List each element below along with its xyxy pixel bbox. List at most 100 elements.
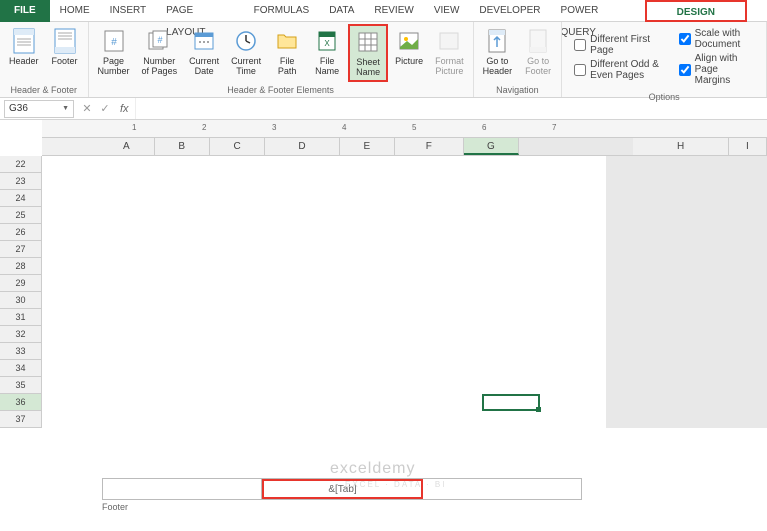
clock-icon (232, 27, 260, 55)
tab-data[interactable]: DATA (319, 0, 364, 22)
cells-area[interactable] (42, 156, 767, 428)
tab-home[interactable]: HOME (50, 0, 100, 22)
go-to-footer-icon (524, 27, 552, 55)
row-header[interactable]: 31 (0, 309, 41, 326)
align-with-margins-checkbox[interactable]: Align with Page Margins (679, 53, 754, 86)
col-header-h[interactable]: H (633, 138, 728, 155)
page-number-button[interactable]: # PageNumber (93, 24, 135, 80)
different-odd-even-checkbox[interactable]: Different Odd & Even Pages (574, 59, 660, 81)
fx-icon[interactable]: fx (120, 103, 129, 115)
tab-power-query[interactable]: POWER QUERY (551, 0, 645, 22)
format-picture-button: FormatPicture (430, 24, 469, 80)
number-of-pages-button[interactable]: # Numberof Pages (137, 24, 183, 80)
ruler-mark: 4 (342, 123, 346, 132)
footer-right-box[interactable] (423, 479, 581, 499)
col-header-i[interactable]: I (729, 138, 767, 155)
col-header-e[interactable]: E (340, 138, 395, 155)
col-header-f[interactable]: F (395, 138, 464, 155)
different-first-page-checkbox[interactable]: Different First Page (574, 34, 660, 56)
footer-section: &[Tab] Footer (102, 478, 582, 512)
svg-text:#: # (158, 35, 163, 45)
row-header[interactable]: 30 (0, 292, 41, 309)
page-number-label: PageNumber (98, 57, 130, 77)
picture-button[interactable]: Picture (390, 24, 428, 70)
dropdown-arrow-icon: ▼ (62, 105, 69, 112)
row-headers: 22 23 24 25 26 27 28 29 30 31 32 33 34 3… (0, 156, 42, 428)
accept-formula-button[interactable]: ✓ (96, 102, 114, 115)
different-odd-even-label: Different Odd & Even Pages (590, 59, 660, 81)
formula-bar: G36 ▼ ✕ ✓ fx (0, 98, 767, 120)
header-label: Header (9, 57, 39, 67)
format-picture-icon (435, 27, 463, 55)
tab-design[interactable]: DESIGN (645, 0, 747, 22)
header-button[interactable]: Header (4, 24, 44, 70)
row-header[interactable]: 36 (0, 394, 41, 411)
row-header[interactable]: 34 (0, 360, 41, 377)
grid-area: 22 23 24 25 26 27 28 29 30 31 32 33 34 3… (0, 156, 767, 428)
tab-developer[interactable]: DEVELOPER (469, 0, 550, 22)
current-time-label: CurrentTime (231, 57, 261, 77)
footer-boxes: &[Tab] (102, 478, 582, 500)
row-header[interactable]: 28 (0, 258, 41, 275)
row-header[interactable]: 26 (0, 224, 41, 241)
file-name-label: FileName (315, 57, 339, 77)
file-path-button[interactable]: FilePath (268, 24, 306, 80)
ribbon-group-navigation: Go toHeader Go toFooter Navigation (474, 22, 563, 97)
group-label-hf: Header & Footer (4, 83, 84, 97)
row-header[interactable]: 32 (0, 326, 41, 343)
excel-file-icon: X (313, 27, 341, 55)
watermark: exceldemy (330, 460, 415, 478)
row-header[interactable]: 24 (0, 190, 41, 207)
current-date-button[interactable]: CurrentDate (184, 24, 224, 80)
menu-tabs: FILE HOME INSERT PAGE LAYOUT FORMULAS DA… (0, 0, 767, 22)
footer-left-box[interactable] (103, 479, 262, 499)
col-header-d[interactable]: D (265, 138, 339, 155)
page-number-icon: # (100, 27, 128, 55)
tab-page-layout[interactable]: PAGE LAYOUT (156, 0, 243, 22)
ruler-mark: 1 (132, 123, 136, 132)
align-margins-label: Align with Page Margins (695, 53, 754, 86)
footer-label: Footer (102, 502, 582, 512)
tab-formulas[interactable]: FORMULAS (244, 0, 320, 22)
row-header[interactable]: 25 (0, 207, 41, 224)
file-name-button[interactable]: X FileName (308, 24, 346, 80)
horizontal-ruler: 1 2 3 4 5 6 7 (42, 120, 767, 138)
footer-button[interactable]: Footer (46, 24, 84, 70)
ribbon-group-options: Different First Page Different Odd & Eve… (562, 22, 767, 97)
cancel-formula-button[interactable]: ✕ (78, 102, 96, 115)
tab-review[interactable]: REVIEW (364, 0, 423, 22)
page-break-area (606, 156, 767, 428)
ruler-mark: 2 (202, 123, 206, 132)
go-to-header-button[interactable]: Go toHeader (478, 24, 518, 80)
row-header[interactable]: 29 (0, 275, 41, 292)
watermark-sub: EXCEL · DATA · BI (345, 480, 446, 489)
sheet-name-button[interactable]: SheetName (348, 24, 388, 82)
formula-input[interactable] (135, 98, 767, 119)
row-header[interactable]: 35 (0, 377, 41, 394)
name-box[interactable]: G36 ▼ (4, 100, 74, 118)
col-header-b[interactable]: B (155, 138, 210, 155)
row-header[interactable]: 33 (0, 343, 41, 360)
tab-insert[interactable]: INSERT (100, 0, 157, 22)
row-header[interactable]: 27 (0, 241, 41, 258)
row-header[interactable]: 37 (0, 411, 41, 428)
current-time-button[interactable]: CurrentTime (226, 24, 266, 80)
col-header-c[interactable]: C (210, 138, 265, 155)
tab-view[interactable]: VIEW (424, 0, 470, 22)
number-of-pages-label: Numberof Pages (142, 57, 178, 77)
tab-file[interactable]: FILE (0, 0, 50, 22)
file-path-label: FilePath (278, 57, 297, 77)
col-header-a[interactable]: A (99, 138, 154, 155)
scale-with-document-checkbox[interactable]: Scale with Document (679, 28, 754, 50)
row-header[interactable]: 23 (0, 173, 41, 190)
picture-label: Picture (395, 57, 423, 67)
footer-label: Footer (52, 57, 78, 67)
ribbon: Header Footer Header & Footer # PageNumb… (0, 22, 767, 98)
go-to-footer-label: Go toFooter (525, 57, 551, 77)
col-header-g[interactable]: G (464, 138, 519, 155)
group-label-elements: Header & Footer Elements (93, 83, 469, 97)
row-header[interactable]: 22 (0, 156, 41, 173)
selected-cell[interactable] (482, 394, 540, 411)
number-of-pages-icon: # (145, 27, 173, 55)
ribbon-group-elements: # PageNumber # Numberof Pages CurrentDat… (89, 22, 474, 97)
